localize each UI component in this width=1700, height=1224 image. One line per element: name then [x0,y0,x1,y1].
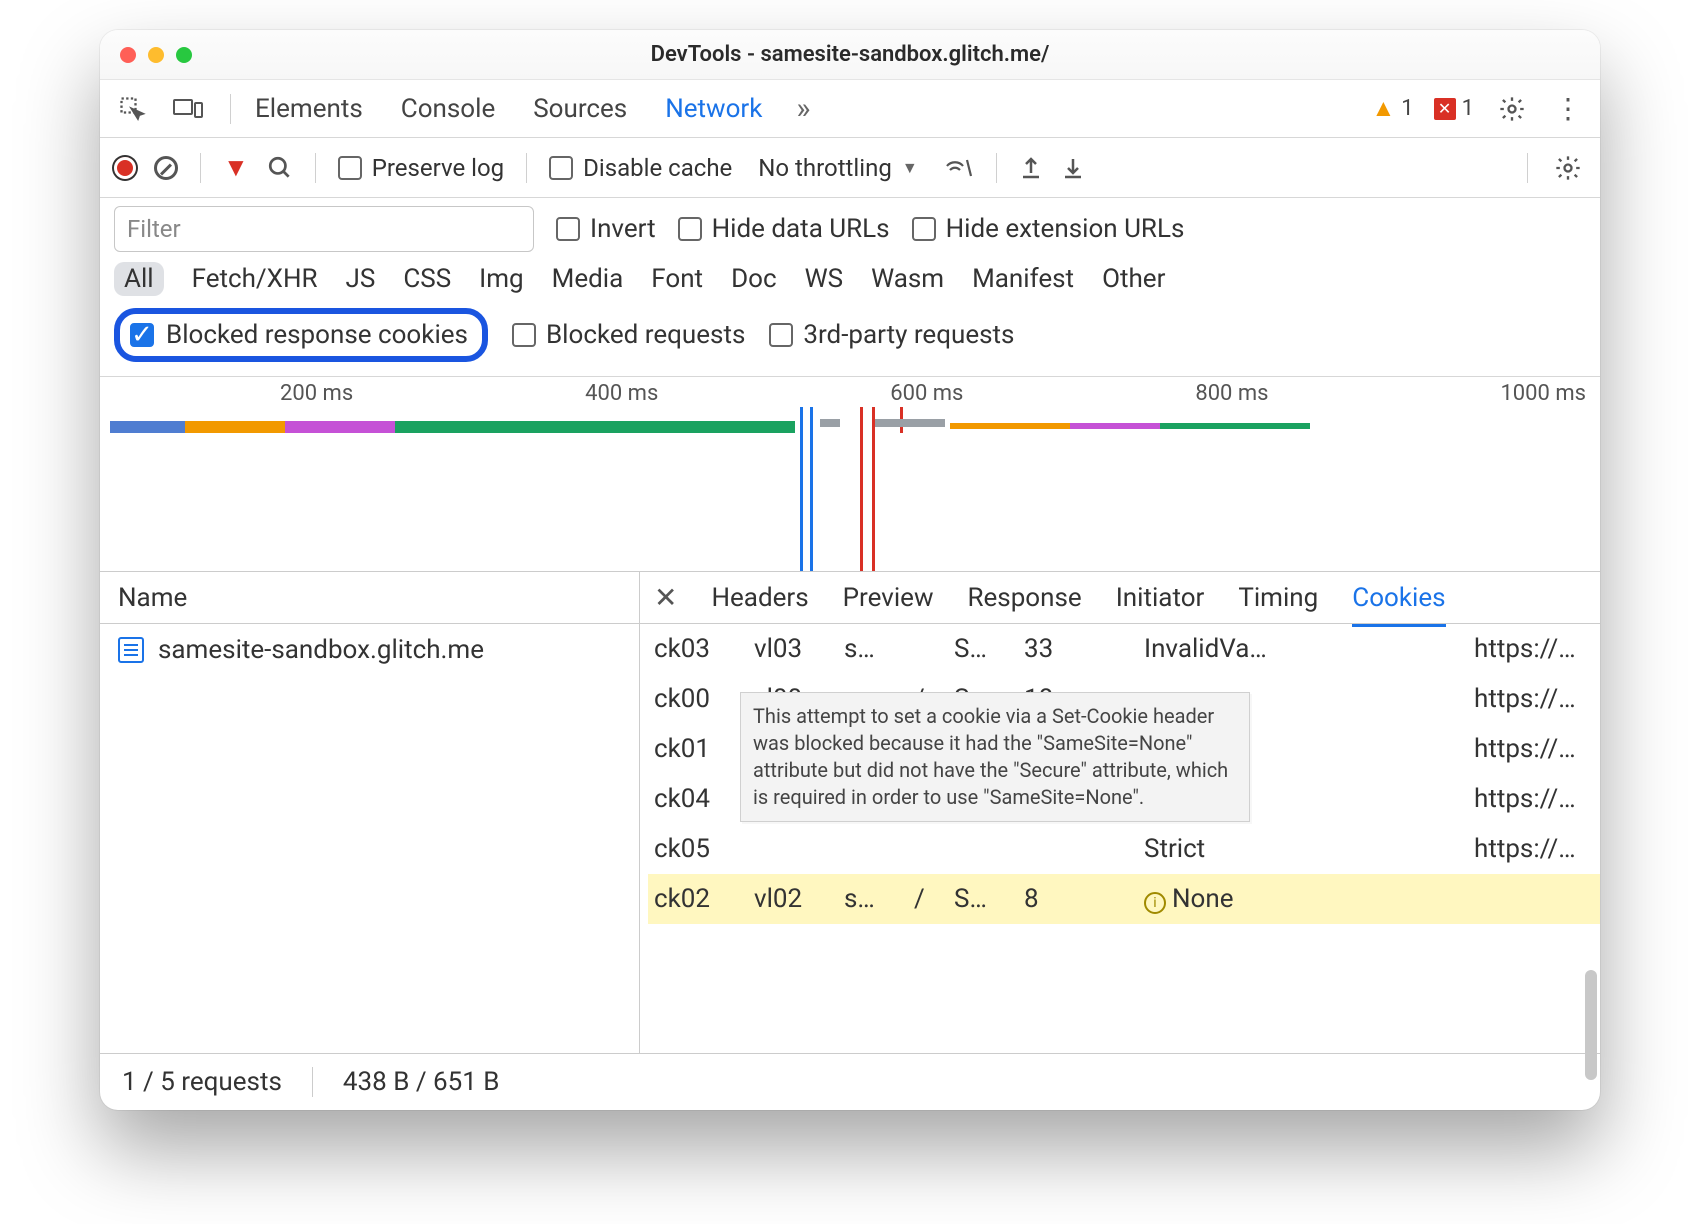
scrollbar-thumb[interactable] [1585,970,1597,1080]
type-media[interactable]: Media [552,264,624,294]
network-conditions-icon[interactable] [944,156,974,180]
error-icon: ✕ [1434,98,1456,120]
titlebar: DevTools - samesite-sandbox.glitch.me/ [100,30,1600,80]
errors-count: 1 [1462,96,1474,121]
tick-label: 600 ms [890,381,963,406]
import-har-icon[interactable] [1019,155,1043,181]
request-name: samesite-sandbox.glitch.me [158,635,484,665]
type-ws[interactable]: WS [805,264,844,294]
detail-tabs: ✕ Headers Preview Response Initiator Tim… [640,572,1600,624]
network-toolbar: ▼ Preserve log Disable cache No throttli… [100,138,1600,198]
hide-ext-urls-toggle[interactable]: Hide extension URLs [912,214,1185,244]
hide-ext-label: Hide extension URLs [946,214,1185,244]
status-requests: 1 / 5 requests [122,1067,282,1097]
hide-data-label: Hide data URLs [712,214,890,244]
filter-input[interactable]: Filter [114,206,534,252]
third-party-label: 3rd-party requests [803,320,1014,350]
type-other[interactable]: Other [1102,264,1165,294]
tab-network[interactable]: Network [665,94,762,124]
disable-cache-label: Disable cache [583,154,732,182]
type-img[interactable]: Img [479,264,523,294]
type-all[interactable]: All [114,262,164,296]
request-row[interactable]: samesite-sandbox.glitch.me [100,624,639,676]
record-button[interactable] [114,157,136,179]
traffic-close[interactable] [120,47,136,63]
checkbox-checked-icon: ✓ [130,323,154,347]
tab-initiator[interactable]: Initiator [1116,583,1205,613]
throttling-value: No throttling [758,154,892,182]
tab-headers[interactable]: Headers [711,583,808,613]
devtools-window: DevTools - samesite-sandbox.glitch.me/ E… [100,30,1600,1110]
clear-button[interactable] [154,156,178,180]
type-doc[interactable]: Doc [731,264,777,294]
hide-data-urls-toggle[interactable]: Hide data URLs [678,214,890,244]
tick-label: 800 ms [1195,381,1268,406]
warnings-badge[interactable]: ▲ 1 [1371,94,1413,123]
tab-console[interactable]: Console [401,94,495,124]
blocked-filters-row: ✓ Blocked response cookies Blocked reque… [100,302,1600,377]
tab-timing[interactable]: Timing [1238,583,1318,613]
preserve-log-toggle[interactable]: Preserve log [338,154,504,182]
type-wasm[interactable]: Wasm [871,264,944,294]
filter-row: Filter Invert Hide data URLs Hide extens… [100,198,1600,252]
cookie-row[interactable]: ck03vl03s…S…33InvalidVa…https://…M. [648,624,1600,674]
blocked-requests-label: Blocked requests [546,320,745,350]
tab-preview[interactable]: Preview [843,583,934,613]
third-party-toggle[interactable]: 3rd-party requests [769,320,1014,350]
blocked-cookies-label: Blocked response cookies [166,320,468,350]
tabs-overflow[interactable]: » [796,91,810,126]
close-details-button[interactable]: ✕ [654,581,677,614]
column-header-name[interactable]: Name [100,572,639,624]
warning-icon: ▲ [1371,94,1395,123]
invert-label: Invert [590,214,656,244]
export-har-icon[interactable] [1061,155,1085,181]
search-icon[interactable] [267,155,293,181]
type-css[interactable]: CSS [403,264,451,294]
cookie-row[interactable]: ck05Stricthttps://…M. [648,824,1600,874]
network-settings-icon[interactable] [1550,150,1586,186]
more-icon[interactable]: ⋮ [1550,91,1586,127]
tab-sources[interactable]: Sources [533,94,627,124]
window-title: DevTools - samesite-sandbox.glitch.me/ [100,42,1600,67]
type-manifest[interactable]: Manifest [972,264,1074,294]
timeline-overview[interactable]: 200 ms 400 ms 600 ms 800 ms 1000 ms [100,377,1600,572]
errors-badge[interactable]: ✕ 1 [1434,96,1474,121]
traffic-minimize[interactable] [148,47,164,63]
tick-label: 1000 ms [1500,381,1586,406]
panel-tabs: Elements Console Sources Network » ▲ 1 ✕… [100,80,1600,138]
inspect-icon[interactable] [114,91,150,127]
cookies-table: ck03vl03s…S…33InvalidVa…https://…M.ck00v… [640,624,1600,1053]
invert-toggle[interactable]: Invert [556,214,656,244]
preserve-log-label: Preserve log [372,154,504,182]
tick-label: 200 ms [280,381,353,406]
status-bar: 1 / 5 requests 438 B / 651 B [100,1054,1600,1110]
chevron-down-icon: ▼ [902,158,918,178]
cookie-blocked-tooltip: This attempt to set a cookie via a Set-C… [740,692,1250,822]
filter-placeholder: Filter [127,215,181,243]
type-js[interactable]: JS [346,264,376,294]
blocked-response-cookies-toggle[interactable]: ✓ Blocked response cookies [114,308,488,362]
throttling-select[interactable]: No throttling ▼ [750,150,925,186]
tick-label: 400 ms [585,381,658,406]
warnings-count: 1 [1401,96,1413,121]
type-font[interactable]: Font [651,264,703,294]
device-toggle-icon[interactable] [170,91,206,127]
blocked-requests-toggle[interactable]: Blocked requests [512,320,745,350]
traffic-zoom[interactable] [176,47,192,63]
document-icon [118,637,144,663]
cookie-row[interactable]: ck02vl02s…/S…8iNoneM. [648,874,1600,924]
type-fetchxhr[interactable]: Fetch/XHR [192,264,318,294]
tab-elements[interactable]: Elements [255,94,363,124]
resource-type-row: All Fetch/XHR JS CSS Img Media Font Doc … [100,252,1600,302]
disable-cache-toggle[interactable]: Disable cache [549,154,732,182]
request-grid: Name samesite-sandbox.glitch.me ✕ Header… [100,572,1600,1054]
status-bytes: 438 B / 651 B [343,1067,500,1097]
settings-icon[interactable] [1494,91,1530,127]
filter-toggle-icon[interactable]: ▼ [223,152,249,183]
tab-cookies[interactable]: Cookies [1352,583,1445,613]
tab-response[interactable]: Response [967,583,1081,613]
